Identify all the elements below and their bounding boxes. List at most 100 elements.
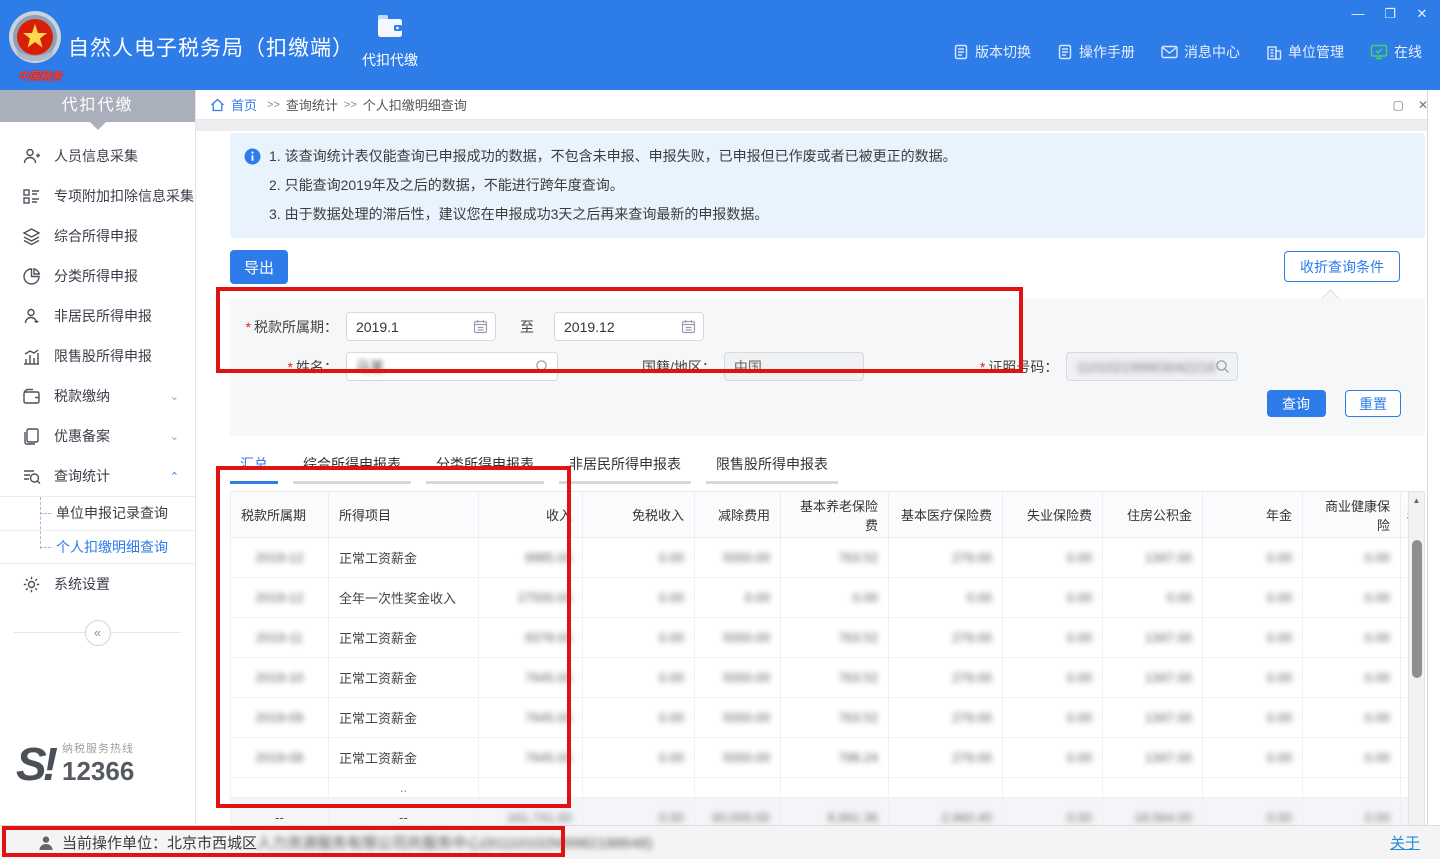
cell-amount: 0.00 xyxy=(1303,658,1401,698)
menu-label: 在线 xyxy=(1394,42,1422,62)
column-header: 商业健康保险 xyxy=(1303,492,1401,538)
tab-comprehensive-income-form[interactable]: 综合所得申报表 xyxy=(293,451,411,484)
menu-message-center[interactable]: 消息中心 xyxy=(1161,42,1240,62)
cell-amount: 0.00 xyxy=(1203,538,1303,578)
notice-line: 2. 只能查询2019年及之后的数据，不能进行跨年度查询。 xyxy=(244,171,1411,200)
period-to-input[interactable]: 2019.12 xyxy=(554,312,704,341)
sidebar-item-special-deduction[interactable]: 专项附加扣除信息采集 xyxy=(0,176,195,216)
table-row[interactable]: 2019-11正常工资薪金9378.000.005000.00763.52279… xyxy=(231,618,1423,658)
table-row[interactable]: 2019-08正常工资薪金7645.000.005000.00798.24279… xyxy=(231,738,1423,778)
breadcrumb-home[interactable]: 首页 xyxy=(231,95,257,114)
scroll-up-arrow[interactable]: ▲ xyxy=(1409,493,1424,508)
sidebar-item-nonresident-income[interactable]: 非居民所得申报 xyxy=(0,296,195,336)
sidebar-item-personnel-info[interactable]: 人员信息采集 xyxy=(0,136,195,176)
menu-manual[interactable]: 操作手册 xyxy=(1057,42,1135,62)
close-button[interactable]: ✕ xyxy=(1414,6,1430,22)
cell-amount: 0.00 xyxy=(583,798,695,826)
sidebar-item-label: 查询统计 xyxy=(54,466,110,486)
cell-amount: 0.00 xyxy=(1203,578,1303,618)
app-title: 自然人电子税务局（扣缴端） xyxy=(68,32,354,62)
sidebar-item-comprehensive-income[interactable]: 综合所得申报 xyxy=(0,216,195,256)
cell-income-item: 正常工资薪金 xyxy=(329,538,479,578)
id-number-input[interactable]: 110102199903042218 xyxy=(1066,352,1238,381)
sidebar-item-restricted-stock[interactable]: 限售股所得申报 xyxy=(0,336,195,376)
tab-restricted-stock-form[interactable]: 限售股所得申报表 xyxy=(706,451,838,484)
column-header: 住房公积金 xyxy=(1103,492,1203,538)
chevron-up-icon: ⌃ xyxy=(170,470,179,483)
notice-panel: 1. 该查询统计表仅能查询已申报成功的数据，不包含未申报、申报失败，已申报但已作… xyxy=(230,133,1425,238)
search-icon[interactable] xyxy=(1215,359,1230,374)
person-add-icon xyxy=(22,147,41,166)
export-button[interactable]: 导出 xyxy=(230,250,288,284)
content-area: 1. 该查询统计表仅能查询已申报成功的数据，不包含未申报、申报失败，已申报但已作… xyxy=(196,133,1440,825)
cell-amount: 763.52 xyxy=(781,618,889,658)
cell-income-item: -- xyxy=(329,798,479,826)
calendar-icon[interactable] xyxy=(473,319,488,334)
search-list-icon xyxy=(22,467,41,486)
cell-amount xyxy=(1203,778,1303,798)
sidebar-item-system-settings[interactable]: 系统设置 xyxy=(0,564,195,604)
menu-unit-management[interactable]: 单位管理 xyxy=(1266,42,1344,62)
collapse-query-button[interactable]: 收折查询条件 xyxy=(1284,251,1400,282)
brand: 中国税务 xyxy=(8,10,62,64)
sidebar-item-tax-payment[interactable]: 税款缴纳 ⌄ xyxy=(0,376,195,416)
cell-amount: 279.00 xyxy=(889,538,1003,578)
cell-amount: 5000.00 xyxy=(695,538,781,578)
cell-amount: 0.00 xyxy=(1303,618,1401,658)
calendar-icon[interactable] xyxy=(681,319,696,334)
name-input[interactable]: 马某 xyxy=(346,352,558,381)
cell-amount: 0.00 xyxy=(1303,538,1401,578)
sidebar-subitem-unit-declaration-query[interactable]: 单位申报记录查询 xyxy=(0,497,195,530)
online-monitor-icon xyxy=(1370,44,1388,60)
vertical-scrollbar[interactable]: ▲ ▼ xyxy=(1408,491,1425,825)
panel-maximize-icon[interactable]: ▢ xyxy=(1393,98,1404,112)
search-icon[interactable] xyxy=(535,359,550,374)
module-tab-withholding[interactable]: 代扣代缴 xyxy=(348,14,432,70)
sidebar-collapse-button[interactable]: « xyxy=(85,620,111,646)
cell-amount: 1347.00 xyxy=(1103,538,1203,578)
cell-amount: 0.00 xyxy=(1003,738,1103,778)
result-table-container: 税款所属期所得项目收入免税收入减除费用基本养老保险费基本医疗保险费失业保险费住房… xyxy=(230,491,1425,825)
cell-amount: 161,741.00 xyxy=(479,798,583,826)
sidebar-item-preferential-filing[interactable]: 优惠备案 ⌄ xyxy=(0,416,195,456)
tab-nonresident-income-form[interactable]: 非居民所得申报表 xyxy=(559,451,691,484)
cell-amount: 0.00 xyxy=(1303,698,1401,738)
restore-button[interactable]: ❐ xyxy=(1382,6,1398,22)
table-row[interactable]: 2019-10正常工资薪金7645.000.005000.00763.52279… xyxy=(231,658,1423,698)
user-icon xyxy=(38,835,54,851)
tab-classified-income-form[interactable]: 分类所得申报表 xyxy=(426,451,544,484)
sidebar-item-query-statistics[interactable]: 查询统计 ⌃ xyxy=(0,456,195,496)
cell-amount: 27500.00 xyxy=(479,578,583,618)
id-number-label: *证照号码： xyxy=(980,357,1058,377)
to-label: 至 xyxy=(520,317,534,337)
sidebar-item-classified-income[interactable]: 分类所得申报 xyxy=(0,256,195,296)
cell-amount: 279.00 xyxy=(889,658,1003,698)
about-link[interactable]: 关于 xyxy=(1390,832,1420,853)
table-row[interactable]: 2019-12正常工资薪金9985.000.005000.00763.52279… xyxy=(231,538,1423,578)
cell-amount: 0.00 xyxy=(1203,698,1303,738)
home-icon xyxy=(210,98,225,112)
table-row[interactable]: 2019-09正常工资薪金7645.000.005000.00763.52279… xyxy=(231,698,1423,738)
vertical-scroll-thumb[interactable] xyxy=(1412,540,1422,678)
period-from-input[interactable]: 2019.1 xyxy=(346,312,496,341)
list-icon xyxy=(22,187,41,206)
cell-amount: 18,564.00 xyxy=(1103,798,1203,826)
table-row[interactable]: 2019-12全年一次性奖金收入27500.000.000.000.000.00… xyxy=(231,578,1423,618)
cell-tax-period xyxy=(231,778,329,798)
cell-amount: 279.00 xyxy=(889,738,1003,778)
cell-amount: 0.00 xyxy=(583,578,695,618)
cell-amount: 1347.00 xyxy=(1103,658,1203,698)
cell-amount: 0.00 xyxy=(1203,658,1303,698)
cell-amount: 7645.00 xyxy=(479,658,583,698)
sidebar-subitem-personal-withholding-query[interactable]: 个人扣缴明细查询 xyxy=(0,530,195,563)
cell-amount: 0.00 xyxy=(781,578,889,618)
period-label: *税款所属期： xyxy=(230,317,338,337)
reset-button[interactable]: 重置 xyxy=(1345,390,1401,417)
menu-version-switch[interactable]: 版本切换 xyxy=(953,42,1031,62)
menu-online-status[interactable]: 在线 xyxy=(1370,42,1422,62)
query-button[interactable]: 查询 xyxy=(1267,390,1326,417)
tab-summary[interactable]: 汇总 xyxy=(230,451,278,484)
cell-amount: 0.00 xyxy=(1003,618,1103,658)
cell-amount: 0.00 xyxy=(1303,578,1401,618)
minimize-button[interactable]: — xyxy=(1350,6,1366,22)
